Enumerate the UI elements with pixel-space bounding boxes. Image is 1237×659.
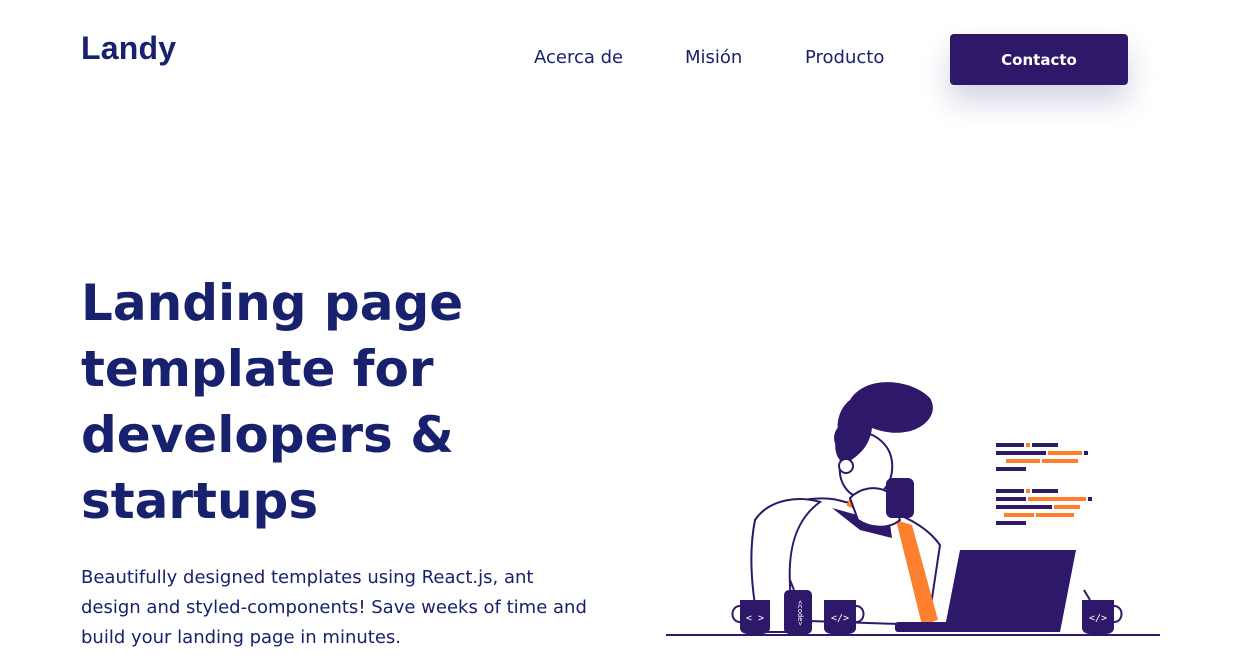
- mug-icon: </>: [1082, 589, 1123, 634]
- nav-link-producto[interactable]: Producto: [805, 47, 884, 68]
- logo[interactable]: Landy: [81, 30, 176, 67]
- hero-title-line: developers &: [81, 406, 454, 464]
- mug-label: </>: [831, 613, 849, 624]
- mug-label: < >: [746, 613, 764, 624]
- hero-title-line: Landing page: [81, 274, 464, 332]
- hero-title: Landing page template for developers & s…: [81, 270, 601, 534]
- contact-button[interactable]: Contacto: [950, 34, 1128, 85]
- can-label: <code>: [796, 600, 804, 625]
- nav-link-acerca-de[interactable]: Acerca de: [534, 47, 623, 68]
- nav-link-mision[interactable]: Misión: [685, 47, 742, 68]
- developer-illustration: < > <code> </> </>: [666, 382, 1160, 636]
- code-snippet-icon: [996, 489, 1092, 525]
- mug-label: </>: [1089, 613, 1107, 624]
- hero-description: Beautifully designed templates using Rea…: [81, 567, 587, 648]
- developer-figure: [750, 382, 942, 633]
- hero-title-line: template for: [81, 340, 434, 398]
- code-snippet-icon: [996, 443, 1088, 471]
- hero-title-line: startups: [81, 472, 319, 530]
- coffee-cup-icon: [886, 478, 914, 518]
- mug-icon: < >: [731, 600, 770, 634]
